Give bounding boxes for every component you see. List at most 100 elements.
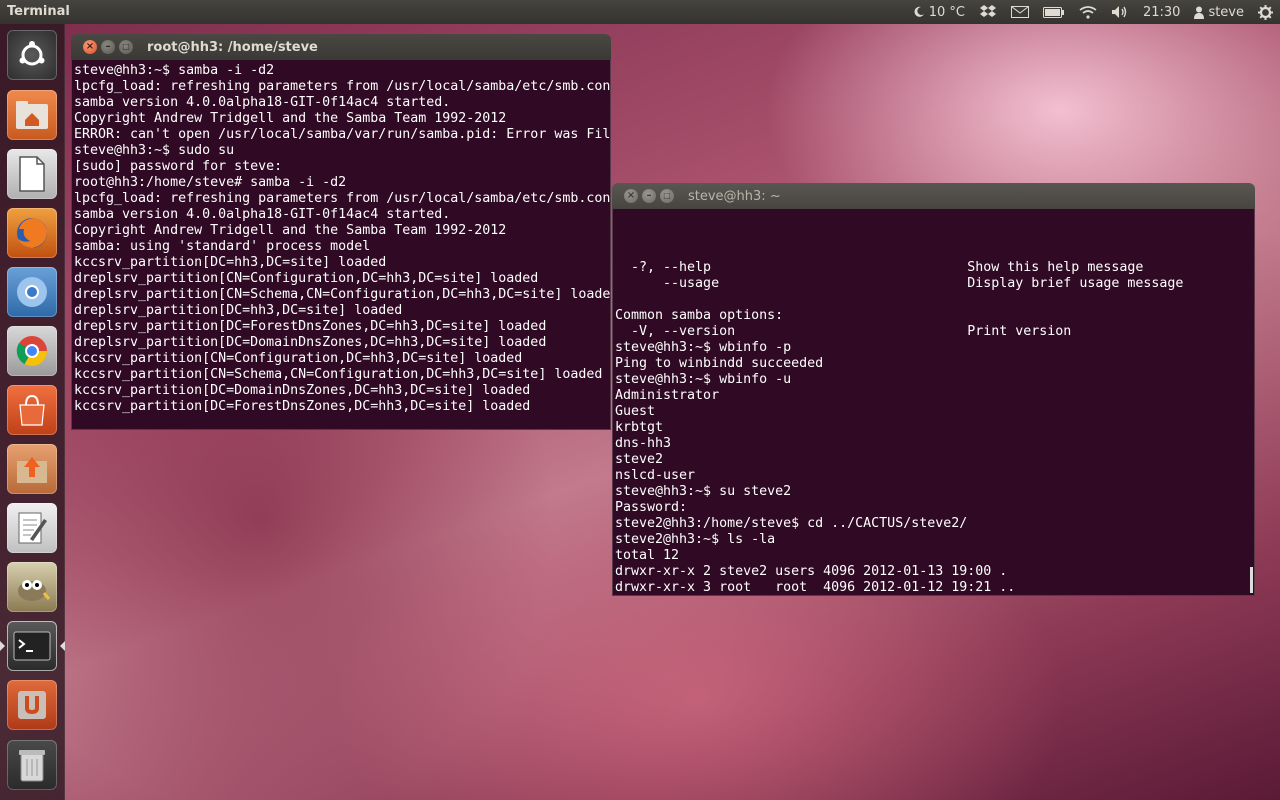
terminal-line: kccsrv_partition[DC=ForestDnsZones,DC=hh… — [74, 399, 531, 414]
moon-icon — [914, 6, 924, 17]
ubuntu-dash-icon — [19, 41, 45, 66]
launcher-home-folder[interactable] — [7, 90, 57, 140]
session-indicator[interactable] — [1251, 0, 1280, 24]
launcher-terminal[interactable] — [7, 621, 57, 671]
terminal-line: steve2@hh3:~$ ls -la — [615, 532, 776, 547]
messaging-indicator[interactable] — [1004, 0, 1036, 24]
software-center-icon — [19, 394, 45, 426]
volume-icon — [1111, 6, 1127, 18]
terminal-line: Common samba options: — [615, 308, 784, 323]
terminal-line: steve@hh3:~$ wbinfo -u — [615, 372, 792, 387]
terminal-window-steve[interactable]: × – □ steve@hh3: ~ -?, --help Show this … — [612, 183, 1255, 596]
close-button[interactable]: × — [83, 40, 97, 54]
terminal-line: dreplsrv_partition[CN=Schema,CN=Configur… — [74, 287, 611, 302]
window-title: root@hh3: /home/steve — [147, 40, 318, 55]
terminal-line: dreplsrv_partition[DC=ForestDnsZones,DC=… — [74, 319, 547, 334]
terminal-line: Guest — [615, 404, 656, 419]
ubuntu-one-icon — [18, 691, 46, 719]
terminal-line: drwxr-xr-x 2 steve2 users 4096 2012-01-1… — [615, 564, 1008, 579]
window-titlebar[interactable]: × – □ root@hh3: /home/steve — [71, 34, 611, 60]
maximize-icon: □ — [663, 191, 671, 200]
dropbox-icon — [979, 5, 996, 17]
terminal-line: Administrator — [615, 388, 720, 403]
trash-icon — [19, 750, 45, 782]
terminal-line: -?, --help Show this help message — [615, 260, 1144, 275]
terminal-icon — [13, 631, 51, 661]
terminal-line: steve@hh3:~$ samba -i -d2 — [74, 63, 275, 78]
terminal-line: Copyright Andrew Tridgell and the Samba … — [74, 111, 507, 126]
weather-temp: 10 °C — [928, 4, 965, 20]
terminal-line: [sudo] password for steve: — [74, 159, 283, 174]
launcher-text-editor[interactable] — [7, 503, 57, 553]
battery-indicator[interactable] — [1036, 0, 1072, 24]
terminal-line: Copyright Andrew Tridgell and the Samba … — [74, 223, 507, 238]
top-panel: Terminal 10 °C 21:30 steve — [0, 0, 1280, 24]
launcher-trash[interactable] — [7, 740, 57, 790]
launcher-chrome[interactable] — [7, 326, 57, 376]
launcher — [0, 24, 65, 800]
terminal-line: steve@hh3:~$ su steve2 — [615, 484, 792, 499]
libreoffice-icon — [19, 156, 45, 192]
wifi-icon — [1079, 5, 1097, 19]
maximize-button[interactable]: □ — [119, 40, 133, 54]
terminal-line: root@hh3:/home/steve# samba -i -d2 — [74, 175, 347, 190]
window-titlebar[interactable]: × – □ steve@hh3: ~ — [612, 183, 1255, 209]
terminal-line: kccsrv_partition[CN=Schema,CN=Configurat… — [74, 367, 603, 382]
minimize-button[interactable]: – — [101, 40, 115, 54]
terminal-line: -V, --version Print version — [615, 324, 1072, 339]
active-app-title: Terminal — [7, 4, 70, 19]
dropbox-indicator[interactable] — [972, 0, 1004, 24]
terminal-line: samba version 4.0.0alpha18-GIT-0f14ac4 s… — [74, 207, 451, 222]
terminal-line: samba version 4.0.0alpha18-GIT-0f14ac4 s… — [74, 95, 451, 110]
focused-indicator-icon — [60, 641, 65, 651]
launcher-dash[interactable] — [7, 30, 57, 80]
maximize-button[interactable]: □ — [660, 189, 674, 203]
person-icon — [1194, 6, 1205, 19]
battery-icon — [1042, 6, 1064, 18]
weather-indicator[interactable]: 10 °C — [906, 0, 972, 24]
terminal-line: Ping to winbindd succeeded — [615, 356, 824, 371]
chrome-icon — [16, 336, 48, 367]
user-name: steve — [1208, 4, 1244, 20]
terminal-line: total 12 — [615, 548, 680, 563]
window-title: steve@hh3: ~ — [688, 189, 781, 204]
terminal-line: ERROR: can't open /usr/local/samba/var/r… — [74, 127, 611, 142]
minimize-icon: – — [105, 41, 111, 52]
launcher-chromium[interactable] — [7, 267, 57, 317]
launcher-ubuntu-one[interactable] — [7, 680, 57, 730]
terminal-line: dns-hh3 — [615, 436, 672, 451]
terminal-line: krbtgt — [615, 420, 664, 435]
home-folder-icon — [16, 101, 48, 129]
sound-indicator[interactable] — [1104, 0, 1136, 24]
terminal-scrollbar[interactable] — [1250, 567, 1253, 593]
indicator-area: 10 °C 21:30 steve — [906, 0, 1280, 24]
chromium-icon — [17, 277, 47, 307]
firefox-icon — [17, 218, 47, 248]
terminal-output[interactable]: -?, --help Show this help message --usag… — [612, 209, 1255, 596]
launcher-libreoffice[interactable] — [7, 149, 57, 199]
launcher-firefox[interactable] — [7, 208, 57, 258]
terminal-line: steve@hh3:~$ sudo su — [74, 143, 235, 158]
launcher-software-center[interactable] — [7, 385, 57, 435]
terminal-window-root[interactable]: × – □ root@hh3: /home/steve steve@hh3:~$… — [71, 34, 611, 430]
running-indicator-icon — [0, 641, 5, 651]
close-button[interactable]: × — [624, 189, 638, 203]
terminal-line: samba: using 'standard' process model — [74, 239, 371, 254]
terminal-output[interactable]: steve@hh3:~$ samba -i -d2 lpcfg_load: ref… — [71, 60, 611, 430]
terminal-line: dreplsrv_partition[DC=hh3,DC=site] loade… — [74, 303, 403, 318]
launcher-update-manager[interactable] — [7, 444, 57, 494]
maximize-icon: □ — [122, 42, 130, 51]
terminal-line: --usage Display brief usage message — [615, 276, 1184, 291]
clock-indicator[interactable]: 21:30 — [1136, 0, 1187, 24]
network-indicator[interactable] — [1072, 0, 1104, 24]
gear-icon — [1258, 4, 1273, 20]
envelope-icon — [1010, 6, 1029, 18]
minimize-button[interactable]: – — [642, 189, 656, 203]
launcher-gimp[interactable] — [7, 562, 57, 612]
user-indicator[interactable]: steve — [1187, 0, 1251, 24]
terminal-line: steve@hh3:~$ wbinfo -p — [615, 340, 792, 355]
minimize-icon: – — [646, 190, 652, 201]
terminal-line: nslcd-user — [615, 468, 696, 483]
terminal-line: kccsrv_partition[CN=Configuration,DC=hh3… — [74, 351, 523, 366]
